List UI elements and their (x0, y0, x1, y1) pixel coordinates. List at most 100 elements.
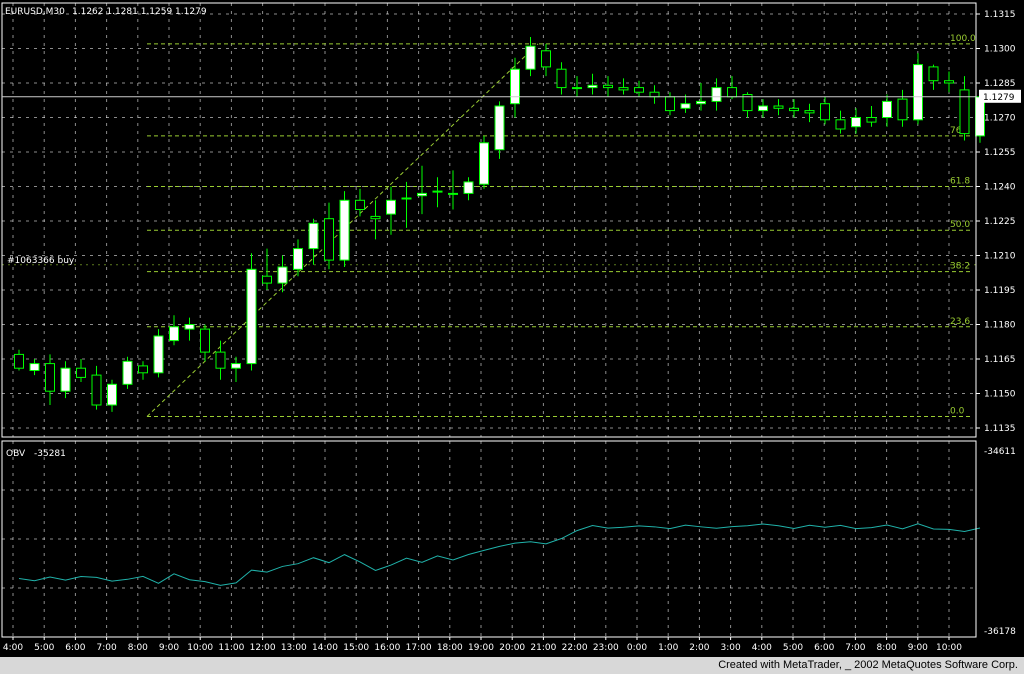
candle-body (494, 105, 505, 151)
candle-body (370, 215, 381, 220)
price-tick-label: 1.1165 (984, 355, 1016, 365)
time-tick-label: 10:00 (936, 643, 962, 653)
candle-body (417, 192, 427, 197)
time-tick-label: 8:00 (128, 643, 148, 653)
candle-body (572, 87, 582, 90)
candle-body (882, 100, 892, 119)
candle-body (556, 68, 567, 89)
candle-body (184, 324, 195, 330)
time-tick-label: 12:00 (250, 643, 276, 653)
time-tick-label: 7:00 (96, 643, 116, 653)
time-tick-label: 6:00 (65, 643, 85, 653)
candle-body (804, 110, 815, 114)
time-tick-label: 15:00 (343, 643, 369, 653)
candle-body (727, 87, 737, 98)
candle-body (789, 107, 799, 112)
candle-body (820, 103, 830, 121)
candle-body (525, 45, 536, 70)
candle-body (835, 119, 846, 130)
time-tick-label: 17:00 (406, 643, 432, 653)
chart-canvas: 100.076.461.850.038.223.60.0 4:005:006:0… (1, 2, 1021, 653)
obv-value: -35281 (34, 449, 66, 459)
candle-body (541, 50, 551, 68)
price-tick-label: 1.1210 (984, 252, 1016, 262)
time-tick-label: 4:00 (3, 643, 23, 653)
price-tick-label: 1.1225 (984, 217, 1016, 227)
candle-body (711, 87, 722, 102)
price-tick-label: 1.1135 (984, 424, 1016, 434)
candle-body (897, 98, 908, 121)
candle-body (45, 363, 55, 392)
time-tick-label: 7:00 (845, 643, 865, 653)
candle-body (231, 363, 241, 369)
candle-body (866, 117, 877, 123)
candle-body (308, 222, 319, 250)
candle-body (448, 192, 458, 195)
time-tick-label: 11:00 (218, 643, 244, 653)
obv-grid (2, 441, 976, 637)
price-grid (2, 3, 976, 437)
candle-body (913, 64, 923, 121)
candle-body (122, 360, 133, 385)
time-tick-label: 18:00 (437, 643, 463, 653)
time-tick-label: 9:00 (159, 643, 179, 653)
candle-body (169, 326, 179, 342)
candle-body (293, 248, 303, 270)
candlestick-series (14, 37, 985, 412)
time-tick-label: 2:00 (689, 643, 709, 653)
chart-symbol: EURUSD,M30 (5, 7, 65, 17)
candle-body (944, 80, 954, 84)
fib-level-label: 38.2 (950, 262, 970, 272)
candle-body (107, 383, 117, 406)
chart-ohlc: 1.1262 1.1281 1.1259 1.1279 (72, 7, 207, 17)
fib-level-label: 23.6 (950, 317, 970, 327)
candle-body (603, 84, 613, 89)
price-tick-label: 1.1285 (984, 79, 1016, 89)
time-tick-label: 23:00 (593, 643, 619, 653)
time-tick-label: 20:00 (499, 643, 525, 653)
footer-bar: Created with MetaTrader, _ 2002 MetaQuot… (0, 657, 1024, 674)
price-tick-label: 1.1315 (984, 10, 1016, 20)
price-tick-label: 1.1255 (984, 148, 1016, 158)
time-tick-label: 8:00 (876, 643, 896, 653)
candle-body (773, 105, 784, 109)
fib-level-label: 61.8 (950, 177, 970, 187)
candle-body (262, 275, 272, 284)
time-tick-label: 9:00 (908, 643, 928, 653)
time-tick-label: 21:00 (530, 643, 556, 653)
time-tick-label: 6:00 (814, 643, 834, 653)
candle-body (60, 367, 71, 392)
obv-line (18, 523, 981, 586)
price-tick-label: 1.1270 (984, 114, 1016, 124)
candle-body (215, 351, 226, 369)
candle-body (758, 105, 768, 112)
candle-body (339, 199, 350, 261)
price-tick-label: 1.1300 (984, 45, 1016, 55)
fib-level-label: 50.0 (950, 220, 970, 230)
fib-level-label: 100.0 (950, 34, 976, 44)
candle-body (386, 199, 396, 215)
candle-body (696, 100, 706, 105)
candle-body (510, 68, 520, 105)
price-tick-label: 1.1150 (984, 390, 1016, 400)
price-panel-border (1, 2, 977, 438)
time-tick-label: 4:00 (752, 643, 772, 653)
candle-body (76, 367, 86, 378)
time-tick-label: 19:00 (468, 643, 494, 653)
candle-body (91, 374, 102, 406)
price-tick-label: 1.1195 (984, 286, 1016, 296)
time-tick-label: 22:00 (562, 643, 588, 653)
obv-label: OBV (6, 449, 26, 459)
obv-tick-label: -34611 (984, 447, 1016, 457)
time-tick-label: 14:00 (312, 643, 338, 653)
candle-body (401, 197, 412, 200)
candle-body (618, 87, 629, 91)
candle-body (479, 142, 489, 185)
price-tick-label: 1.1240 (984, 183, 1016, 193)
time-tick-label: 1:00 (658, 643, 678, 653)
time-tick-label: 13:00 (281, 643, 307, 653)
time-tick-label: 5:00 (783, 643, 803, 653)
candle-body (851, 117, 861, 128)
candle-body (665, 96, 675, 112)
candle-body (649, 91, 660, 98)
